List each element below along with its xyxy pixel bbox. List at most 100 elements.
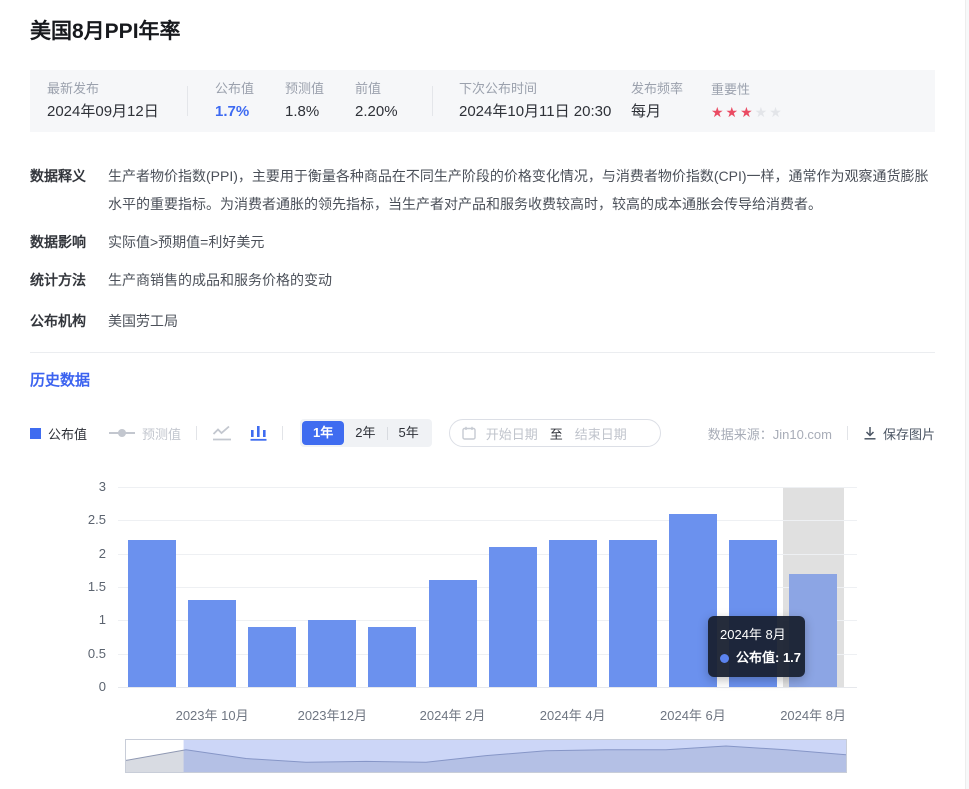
data-source-text: 数据来源：Jin10.com xyxy=(708,424,832,443)
stat-latest-release: 最新发布 2024年09月12日 xyxy=(47,81,187,121)
stat-value: 2.20% xyxy=(355,103,432,121)
divider xyxy=(432,86,433,116)
period-2y-button[interactable]: 2年 xyxy=(344,421,386,445)
stat-next-release: 下次公布时间 2024年10月11日 20:30 xyxy=(459,81,631,121)
stat-label: 预测值 xyxy=(285,81,355,96)
divider xyxy=(187,86,188,116)
star-filled-icon: ★★★ xyxy=(711,104,755,120)
row-label: 公布机构 xyxy=(30,311,108,331)
period-5y-button[interactable]: 5年 xyxy=(388,421,430,445)
y-axis-tick-label: 3 xyxy=(30,479,106,495)
stat-value-published: 1.7% xyxy=(215,103,285,121)
row-text: 实际值>预期值=利好美元 xyxy=(108,232,264,252)
chart-tooltip: 2024年 8月 公布值: 1.7 xyxy=(708,616,805,677)
calendar-icon xyxy=(462,426,476,440)
y-axis-tick-label: 2 xyxy=(30,546,106,562)
stat-label: 公布值 xyxy=(215,81,285,96)
data-zoom-slider[interactable] xyxy=(125,739,847,773)
bar-2023年11月[interactable] xyxy=(248,627,296,687)
stat-label: 重要性 xyxy=(711,82,784,97)
row-method: 统计方法 生产商销售的成品和服务价格的变动 xyxy=(30,270,935,290)
gridline xyxy=(118,687,857,688)
stat-frequency: 发布频率 每月 xyxy=(631,81,711,121)
page-title: 美国8月PPI年率 xyxy=(30,18,935,46)
tooltip-title: 2024年 8月 xyxy=(720,625,793,644)
bar-chart-toggle[interactable] xyxy=(250,425,267,441)
row-impact: 数据影响 实际值>预期值=利好美元 xyxy=(30,232,935,252)
section-divider xyxy=(30,352,935,353)
row-label: 统计方法 xyxy=(30,270,108,290)
legend-square-icon xyxy=(30,428,41,439)
bar-2024年5月[interactable] xyxy=(609,540,657,687)
x-axis-tick-label: 2023年 10月 xyxy=(157,705,267,724)
row-text: 生产商销售的成品和服务价格的变动 xyxy=(108,270,332,290)
line-chart-icon xyxy=(212,425,232,441)
x-axis-tick-label: 2024年 8月 xyxy=(758,705,868,724)
date-range-picker[interactable]: 开始日期 至 结束日期 xyxy=(449,419,661,447)
y-axis-tick-label: 1.5 xyxy=(30,579,106,595)
stat-published: 公布值 1.7% xyxy=(215,81,285,121)
save-image-button[interactable]: 保存图片 xyxy=(863,424,935,443)
gridline xyxy=(118,487,857,488)
divider xyxy=(847,426,848,440)
history-bar-chart[interactable]: 00.511.522.532023年 10月2023年12月2024年 2月20… xyxy=(30,472,935,725)
stat-label: 最新发布 xyxy=(47,81,187,96)
bar-2023年9月[interactable] xyxy=(128,540,176,687)
row-text: 美国劳工局 xyxy=(108,311,178,331)
bar-2024年3月[interactable] xyxy=(489,547,537,687)
stat-label: 下次公布时间 xyxy=(459,81,631,96)
line-chart-toggle[interactable] xyxy=(212,425,232,441)
bar-2023年12月[interactable] xyxy=(308,620,356,687)
stat-label: 前值 xyxy=(355,81,432,96)
row-text: 生产者物价指数(PPI)，主要用于衡量各种商品在不同生产阶段的价格变化情况，与消… xyxy=(108,162,935,218)
stat-importance: 重要性 ★★★★★ xyxy=(711,82,784,121)
y-axis-tick-label: 2.5 xyxy=(30,512,106,528)
y-axis-tick-label: 1 xyxy=(30,612,106,628)
legend-label: 预测值 xyxy=(142,424,181,443)
end-date-input[interactable]: 结束日期 xyxy=(575,424,627,443)
tooltip-value-line: 公布值: 1.7 xyxy=(720,649,793,667)
legend-forecast[interactable]: 预测值 xyxy=(87,424,181,443)
period-switch: 1年 2年 5年 xyxy=(300,419,432,447)
legend-label: 公布值 xyxy=(48,424,87,443)
start-date-input[interactable]: 开始日期 xyxy=(486,424,538,443)
bar-2024年2月[interactable] xyxy=(429,580,477,687)
star-empty-icon: ★★ xyxy=(755,104,784,120)
download-icon xyxy=(863,426,877,440)
date-separator: 至 xyxy=(550,424,563,443)
y-axis-tick-label: 0.5 xyxy=(30,646,106,662)
bar-chart-icon xyxy=(250,425,267,441)
bar-2023年10月[interactable] xyxy=(188,600,236,687)
tooltip-series-dot-icon xyxy=(720,654,729,663)
gridline xyxy=(118,520,857,521)
stat-forecast: 预测值 1.8% xyxy=(285,81,355,121)
indicator-detail-page: 美国8月PPI年率 最新发布 2024年09月12日 公布值 1.7% 预测值 … xyxy=(0,18,969,789)
stat-previous: 前值 2.20% xyxy=(355,81,432,121)
legend-line-dot-icon xyxy=(109,432,135,434)
bar-2024年4月[interactable] xyxy=(549,540,597,687)
x-axis-tick-label: 2024年 4月 xyxy=(518,705,628,724)
bar-2024年1月[interactable] xyxy=(368,627,416,687)
page-scrollbar[interactable] xyxy=(965,0,969,789)
chart-toolbar: 公布值 预测值 1年 2年 5年 xyxy=(30,418,935,448)
legend-published[interactable]: 公布值 xyxy=(30,424,87,443)
x-axis-tick-label: 2023年12月 xyxy=(277,705,387,724)
stat-value: 1.8% xyxy=(285,103,355,121)
row-agency: 公布机构 美国劳工局 xyxy=(30,311,935,331)
divider xyxy=(282,426,283,440)
importance-stars: ★★★★★ xyxy=(711,103,784,121)
divider xyxy=(196,426,197,440)
period-1y-button[interactable]: 1年 xyxy=(302,421,344,445)
row-label: 数据释义 xyxy=(30,162,108,218)
stat-value: 2024年10月11日 20:30 xyxy=(459,103,631,121)
stats-bar: 最新发布 2024年09月12日 公布值 1.7% 预测值 1.8% 前值 2.… xyxy=(30,70,935,132)
save-image-label: 保存图片 xyxy=(883,424,935,443)
stat-value: 每月 xyxy=(631,103,711,121)
x-axis-tick-label: 2024年 2月 xyxy=(398,705,508,724)
stat-label: 发布频率 xyxy=(631,81,711,96)
tooltip-value: 公布值: 1.7 xyxy=(736,649,801,667)
row-definition: 数据释义 生产者物价指数(PPI)，主要用于衡量各种商品在不同生产阶段的价格变化… xyxy=(30,162,935,218)
stat-value: 2024年09月12日 xyxy=(47,103,187,121)
history-section-title: 历史数据 xyxy=(30,371,935,391)
row-label: 数据影响 xyxy=(30,232,108,252)
